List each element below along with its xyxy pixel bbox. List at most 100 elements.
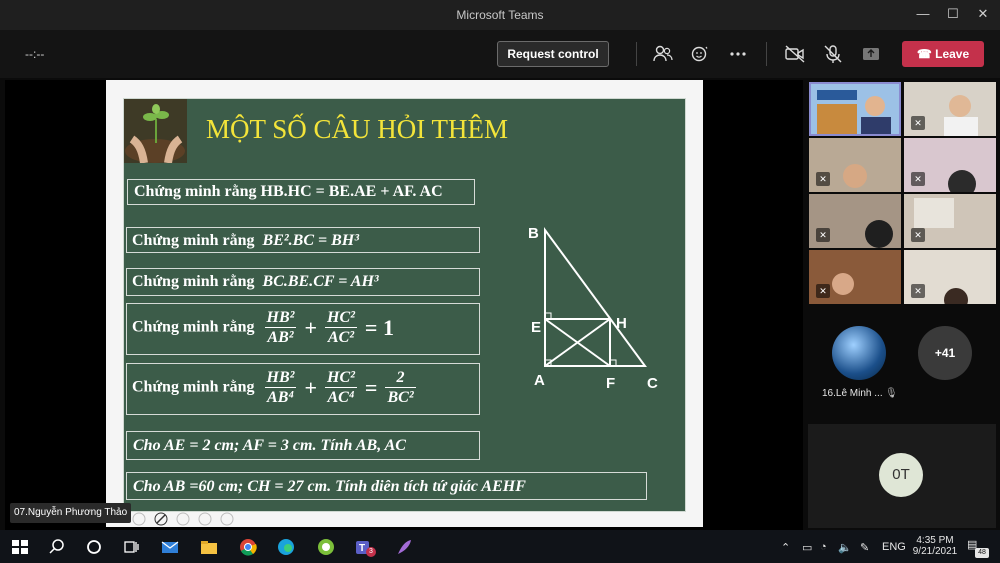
- vertex-label-c: C: [647, 375, 658, 392]
- question-2-prefix: Chứng minh rằng: [132, 232, 255, 249]
- maximize-icon[interactable]: ☐: [944, 5, 962, 23]
- vertex-label-b: B: [528, 225, 539, 242]
- participant-tile[interactable]: ✕: [904, 250, 996, 304]
- slide-controls[interactable]: [130, 510, 240, 528]
- frac-den: AC⁴: [327, 389, 355, 406]
- vertex-label-f: F: [606, 375, 615, 392]
- participant-tile[interactable]: ✕: [904, 138, 996, 192]
- mic-off-icon: ✕: [816, 172, 830, 186]
- participant-tile[interactable]: ✕: [809, 194, 901, 248]
- mic-off-icon[interactable]: [822, 44, 844, 64]
- question-5: Chứng minh rằng HB² AB⁴ + HC² AC⁴ = 2 BC²: [126, 363, 480, 415]
- mic-off-icon: ✕: [816, 228, 830, 242]
- edge-icon[interactable]: [276, 537, 296, 557]
- mic-off-icon: ✕: [911, 284, 925, 298]
- task-view-icon[interactable]: [121, 537, 141, 557]
- frac-num: 2: [385, 368, 416, 388]
- participant-tile-presenter[interactable]: [809, 82, 901, 136]
- equals-one: = 1: [364, 314, 394, 340]
- question-7: Cho AB =60 cm; CH = 27 cm. Tính diên tíc…: [126, 472, 647, 500]
- mic-off-icon: ✕: [911, 172, 925, 186]
- share-tray-icon[interactable]: [860, 44, 882, 64]
- question-2-math: BE².BC = BH³: [262, 232, 360, 249]
- seedling-image: [124, 99, 187, 163]
- plus-sign: +: [304, 374, 317, 400]
- feather-app-icon[interactable]: [394, 537, 414, 557]
- question-5-prefix: Chứng minh rằng: [132, 378, 255, 396]
- file-explorer-icon[interactable]: [199, 537, 219, 557]
- leave-label: Leave: [935, 47, 970, 61]
- frac-den: AC²: [327, 329, 355, 346]
- pen-icon[interactable]: ✎: [860, 541, 869, 554]
- frac-num: HC²: [325, 369, 357, 388]
- question-6: Cho AE = 2 cm; AF = 3 cm. Tính AB, AC: [126, 431, 480, 460]
- cortana-icon[interactable]: [84, 537, 104, 557]
- triangle-abc: [544, 226, 647, 367]
- close-icon[interactable]: ✕: [974, 5, 992, 23]
- participant-name: 16.Lê Minh ...: [822, 388, 883, 399]
- participant-tile[interactable]: ✕: [904, 82, 996, 136]
- frac-den: AB⁴: [267, 389, 294, 406]
- camera-off-icon[interactable]: [784, 44, 806, 64]
- network-icon[interactable]: ▭: [802, 541, 812, 554]
- volume-icon[interactable]: 🔈: [838, 541, 852, 554]
- question-3-math: BC.BE.CF = AH³: [262, 273, 379, 290]
- toolbar-divider: [766, 42, 767, 66]
- minimize-icon[interactable]: —: [914, 5, 932, 23]
- frac-den: AB²: [267, 329, 294, 346]
- question-2: Chứng minh rằng BE².BC = BH³: [126, 227, 480, 253]
- question-6-text: Cho AE = 2 cm; AF = 3 cm. Tính AB, AC: [133, 437, 406, 454]
- participants-icon[interactable]: [652, 44, 674, 64]
- frac-den: BC²: [387, 389, 414, 406]
- question-1-text: Chứng minh rằng HB.HC = BE.AE + AF. AC: [134, 183, 443, 200]
- toolbar-divider: [636, 42, 637, 66]
- chevron-up-icon[interactable]: ⌃: [781, 541, 790, 554]
- app-icon[interactable]: [316, 537, 336, 557]
- plus-sign: +: [304, 314, 317, 340]
- vertex-label-e: E: [531, 319, 541, 336]
- leave-button[interactable]: ☎ Leave: [902, 41, 984, 67]
- mic-off-icon: ✕: [911, 116, 925, 130]
- chrome-icon[interactable]: [238, 537, 258, 557]
- fraction-hb2-ab2: HB² AB²: [264, 308, 297, 347]
- teams-badge: 3: [366, 547, 376, 557]
- more-participants-badge[interactable]: +41: [918, 326, 972, 380]
- participant-tile[interactable]: ✕: [809, 250, 901, 304]
- participant-tile[interactable]: ✕: [904, 194, 996, 248]
- mic-off-icon: ✕: [911, 228, 925, 242]
- question-4-prefix: Chứng minh rằng: [132, 318, 255, 336]
- participant-tile[interactable]: ✕: [809, 138, 901, 192]
- slide-title: MỘT SỐ CÂU HỎI THÊM: [206, 114, 509, 144]
- vertex-label-a: A: [534, 372, 545, 389]
- window-titlebar: Microsoft Teams — ☐ ✕: [0, 0, 1000, 30]
- question-3-prefix: Chứng minh rằng: [132, 273, 255, 290]
- initials-avatar[interactable]: 0T: [879, 453, 923, 497]
- frac-num: HB²: [264, 309, 297, 328]
- phone-hangup-icon: ☎: [916, 47, 932, 61]
- mic-off-icon: 🎙: [885, 388, 898, 399]
- windows-start-icon[interactable]: [10, 537, 30, 557]
- mic-off-icon: ✕: [816, 284, 830, 298]
- clock[interactable]: 4:35 PM 9/21/2021: [912, 535, 958, 557]
- mail-icon[interactable]: [160, 537, 180, 557]
- window-title: Microsoft Teams: [456, 8, 544, 22]
- search-icon[interactable]: [47, 537, 67, 557]
- frac-num: HC²: [325, 309, 357, 328]
- reactions-icon[interactable]: [690, 44, 712, 64]
- diagonals: [544, 318, 611, 367]
- wifi-icon[interactable]: ◔: [820, 541, 827, 553]
- clock-time: 4:35 PM: [916, 535, 954, 546]
- fraction-hc2-ac4: HC² AC⁴: [325, 368, 357, 407]
- avatar[interactable]: [832, 326, 886, 380]
- more-options-icon[interactable]: [727, 44, 749, 64]
- fraction-2-bc2: 2 BC²: [385, 368, 416, 407]
- svg-text:T: T: [359, 543, 365, 554]
- presenter-name-tag: 07.Nguyễn Phương Thảo: [10, 503, 132, 523]
- language-indicator[interactable]: ENG: [882, 541, 906, 553]
- equals-sign: =: [364, 374, 378, 400]
- fraction-hb2-ab4: HB² AB⁴: [264, 368, 297, 407]
- request-control-button[interactable]: Request control: [497, 41, 609, 67]
- question-1: Chứng minh rằng HB.HC = BE.AE + AF. AC: [127, 179, 475, 205]
- fraction-hc2-ac2: HC² AC²: [325, 308, 357, 347]
- question-3: Chứng minh rằng BC.BE.CF = AH³: [126, 268, 480, 296]
